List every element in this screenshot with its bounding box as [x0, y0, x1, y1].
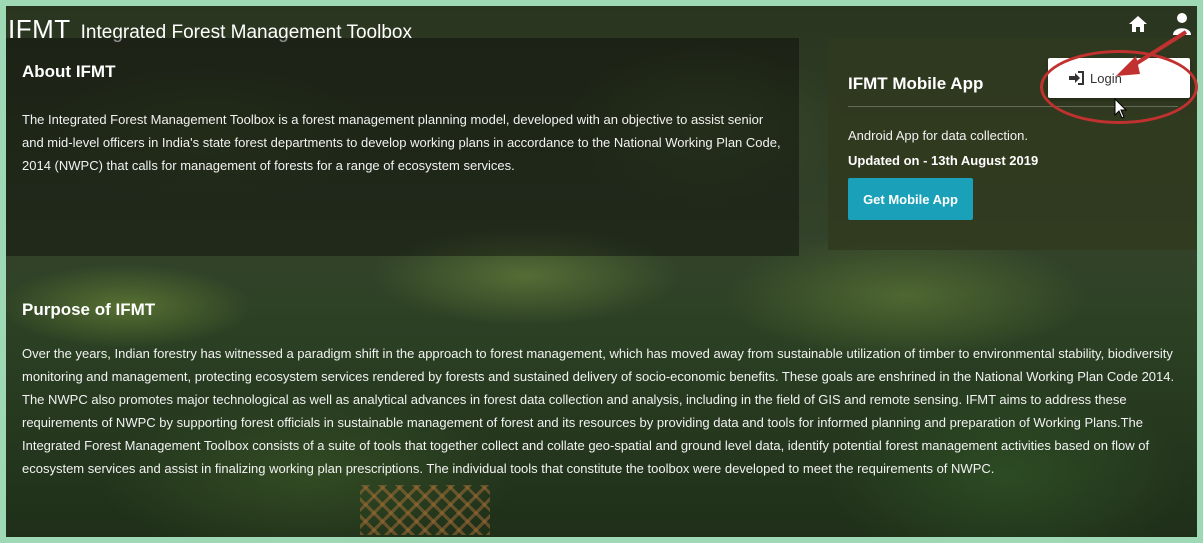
mobile-app-heading: IFMT Mobile App — [848, 74, 984, 93]
mobile-app-description: Android App for data collection. — [848, 128, 1028, 143]
annotation-arrow-icon — [1116, 30, 1188, 76]
about-heading: About IFMT — [22, 62, 116, 81]
purpose-description: Over the years, Indian forestry has witn… — [22, 346, 1175, 476]
get-mobile-app-button[interactable]: Get Mobile App — [848, 178, 973, 220]
purpose-heading: Purpose of IFMT — [22, 300, 156, 319]
about-description: The Integrated Forest Management Toolbox… — [22, 112, 781, 173]
watch-tower-graphic — [360, 485, 490, 535]
mobile-app-updated-date: Updated on - 13th August 2019 — [848, 153, 1039, 168]
mouse-cursor-icon — [1114, 98, 1128, 119]
